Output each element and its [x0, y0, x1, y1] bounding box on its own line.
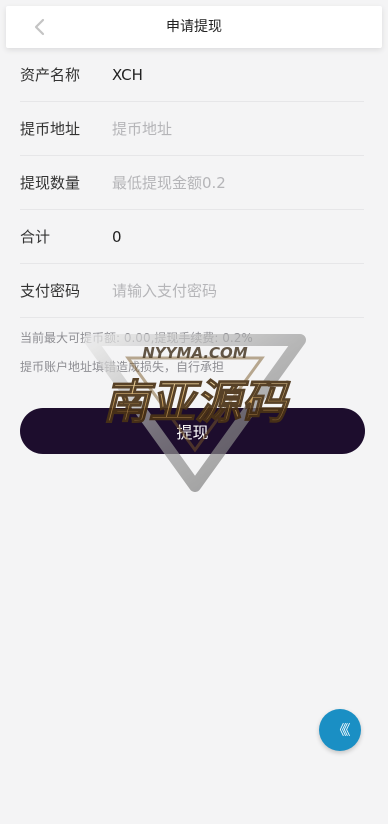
withdraw-notes: 当前最大可提币额: 0.00,提现手续费: 0.2% 提币账户地址填错造成损失，… [20, 328, 368, 386]
total-label: 合计 [20, 228, 51, 246]
double-chevron-left-icon: 《《 [332, 723, 351, 739]
address-input[interactable] [112, 119, 364, 138]
max-amount-fee-note: 当前最大可提币额: 0.00,提现手续费: 0.2% [20, 331, 253, 345]
amount-row: 提现数量 [20, 156, 364, 210]
asset-name-row: 资产名称 XCH [20, 48, 364, 102]
floating-menu-button[interactable]: 《《 [319, 709, 361, 751]
password-row: 支付密码 [20, 264, 364, 318]
asset-name-value: XCH [112, 65, 143, 84]
address-label: 提币地址 [20, 120, 81, 138]
password-input[interactable] [112, 281, 364, 300]
asset-name-label: 资产名称 [20, 66, 81, 84]
amount-input[interactable] [112, 173, 364, 192]
password-label: 支付密码 [20, 282, 81, 300]
total-value: 0 [112, 227, 122, 246]
withdraw-submit-button[interactable]: 提现 [20, 408, 365, 454]
total-row: 合计 0 [20, 210, 364, 264]
address-warning-note: 提币账户地址填错造成损失，自行承担 [20, 360, 225, 374]
page-title: 申请提现 [166, 19, 222, 35]
withdraw-screen: 申请提现 资产名称 XCH 提币地址 提现数量 合计 0 支付密码 当前最大可提… [0, 0, 388, 824]
address-row: 提币地址 [20, 102, 364, 156]
amount-label: 提现数量 [20, 174, 81, 192]
header-bar: 申请提现 [6, 6, 382, 48]
withdraw-form: 资产名称 XCH 提币地址 提现数量 合计 0 支付密码 [20, 48, 364, 318]
